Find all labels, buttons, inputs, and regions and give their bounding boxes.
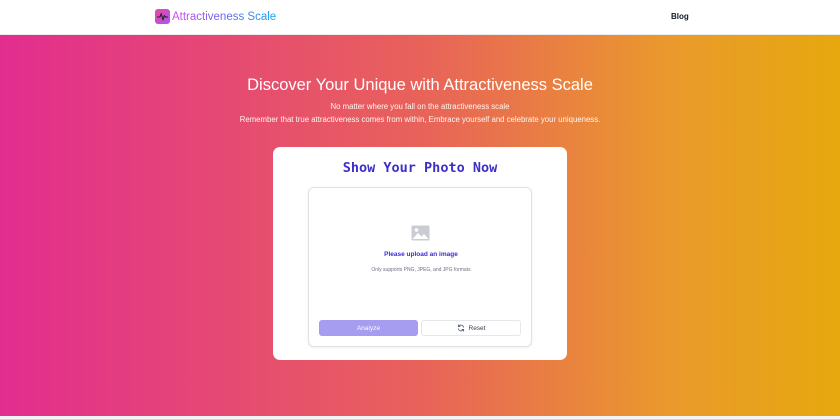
hero-subtitle-line-2: Remember that true attractiveness comes … xyxy=(239,115,601,124)
upload-format-hint: Only supports PNG, JPEG, and JPG formats xyxy=(371,267,471,273)
image-upload-dropzone[interactable]: Please upload an image Only supports PNG… xyxy=(308,187,532,347)
nav-link-blog[interactable]: Blog xyxy=(671,12,689,21)
brand-name: Attractiveness Scale xyxy=(172,10,277,23)
hero-subtitle-line-1: No matter where you fall on the attracti… xyxy=(330,102,510,111)
refresh-icon xyxy=(457,324,465,332)
image-placeholder-icon xyxy=(411,225,430,241)
analyze-button[interactable]: Analyze xyxy=(319,320,418,336)
analyze-button-label: Analyze xyxy=(356,324,381,332)
card-title: Show Your Photo Now xyxy=(342,160,498,176)
hero-title: Discover Your Unique with Attractiveness… xyxy=(247,76,593,94)
heartbeat-pulse-icon xyxy=(155,9,170,24)
hero-section: Discover Your Unique with Attractiveness… xyxy=(0,35,840,419)
upload-prompt-link[interactable]: Please upload an image xyxy=(309,251,533,258)
reset-button[interactable]: Reset xyxy=(421,320,521,336)
brand-logo[interactable]: Attractiveness Scale xyxy=(155,9,276,24)
upload-card: Show Your Photo Now Please upload an ima… xyxy=(273,147,567,360)
top-navbar: Attractiveness Scale Blog xyxy=(0,0,840,35)
reset-button-label: Reset xyxy=(468,324,486,332)
